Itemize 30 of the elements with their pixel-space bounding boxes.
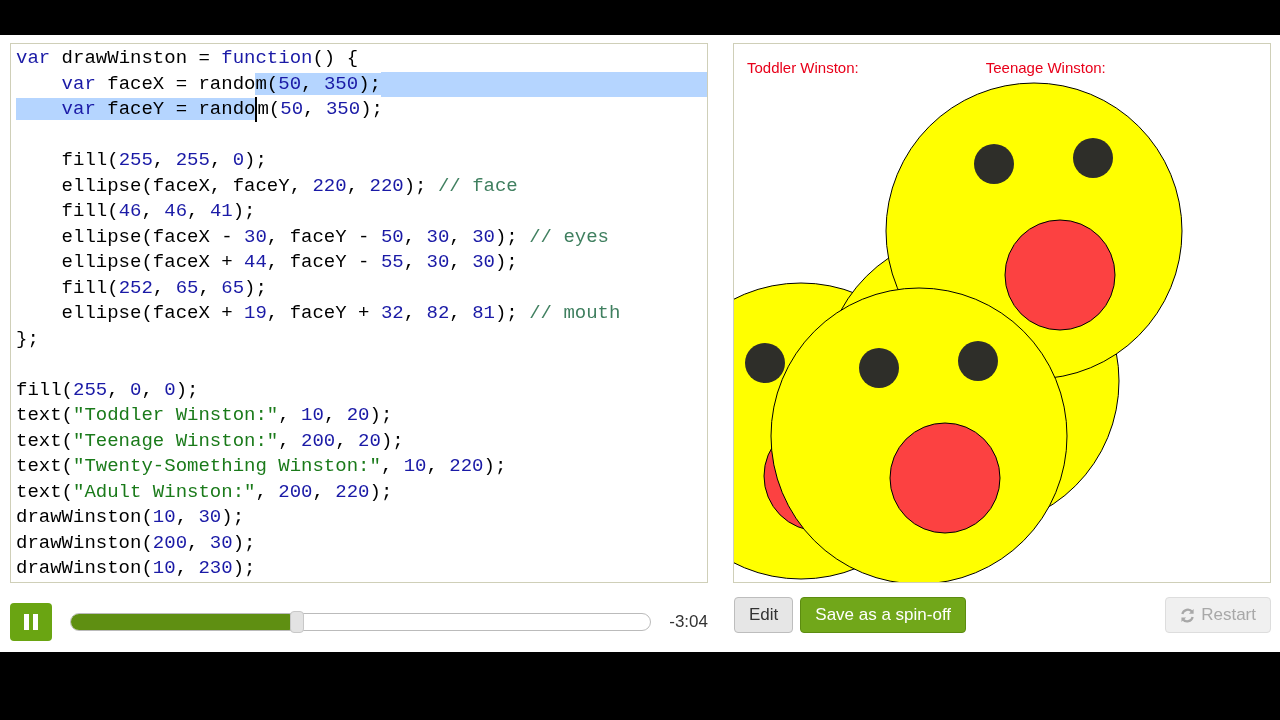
code-line: drawWinston(200, 30); bbox=[16, 530, 256, 556]
code-line: ellipse(faceX + 44, faceY - 55, 30, 30); bbox=[60, 250, 518, 275]
code-line: text("Toddler Winston:", 10, 20); bbox=[16, 403, 393, 428]
code-line: var faceY = rando m(50, 350); bbox=[16, 97, 383, 123]
code-line: fill(46, 46, 41); bbox=[60, 199, 256, 224]
code-line: fill(255, 255, 0); bbox=[60, 148, 267, 173]
code-line: }; bbox=[16, 326, 39, 352]
code-line: var drawWinston = function() { bbox=[16, 46, 359, 71]
code-line: text("Adult Winston:", 200, 220); bbox=[16, 479, 393, 505]
code-editor[interactable] bbox=[10, 43, 708, 583]
canvas-label: Toddler Winston: bbox=[747, 58, 859, 78]
refresh-icon bbox=[1180, 607, 1196, 623]
edit-button[interactable]: Edit bbox=[734, 597, 794, 633]
code-line: var faceX = random(50, 350); bbox=[60, 71, 381, 97]
slider-handle[interactable] bbox=[289, 611, 304, 633]
pause-icon bbox=[23, 614, 38, 630]
save-spin-off-button[interactable]: Save as a spin-off bbox=[800, 597, 967, 633]
code-line: ellipse(faceX, faceY, 220, 220); // face bbox=[60, 173, 518, 199]
progress-track[interactable] bbox=[69, 613, 652, 631]
code-line: ellipse(faceX + 19, faceY + 32, 82, 81); // mouth bbox=[60, 301, 621, 326]
code-line: drawWinston(10, 30); bbox=[16, 505, 245, 530]
code-line: text("Teenage Winston:", 200, 20); bbox=[16, 428, 404, 454]
code-line: fill(252, 65, 65); bbox=[60, 275, 267, 301]
time-remaining: -3:04 bbox=[669, 611, 708, 634]
code-line: drawWinston(10, 230); bbox=[16, 556, 256, 581]
code-line: ellipse(faceX - 30, faceY - 50, 30, 30); // eyes bbox=[60, 224, 609, 250]
pause-button[interactable] bbox=[10, 603, 52, 641]
code-line: fill(255, 0, 0); bbox=[16, 377, 199, 403]
canvas-label: Teenage Winston: bbox=[985, 58, 1106, 78]
code-line: text("Twenty-Something Winston:", 10, 220); bbox=[16, 454, 507, 479]
